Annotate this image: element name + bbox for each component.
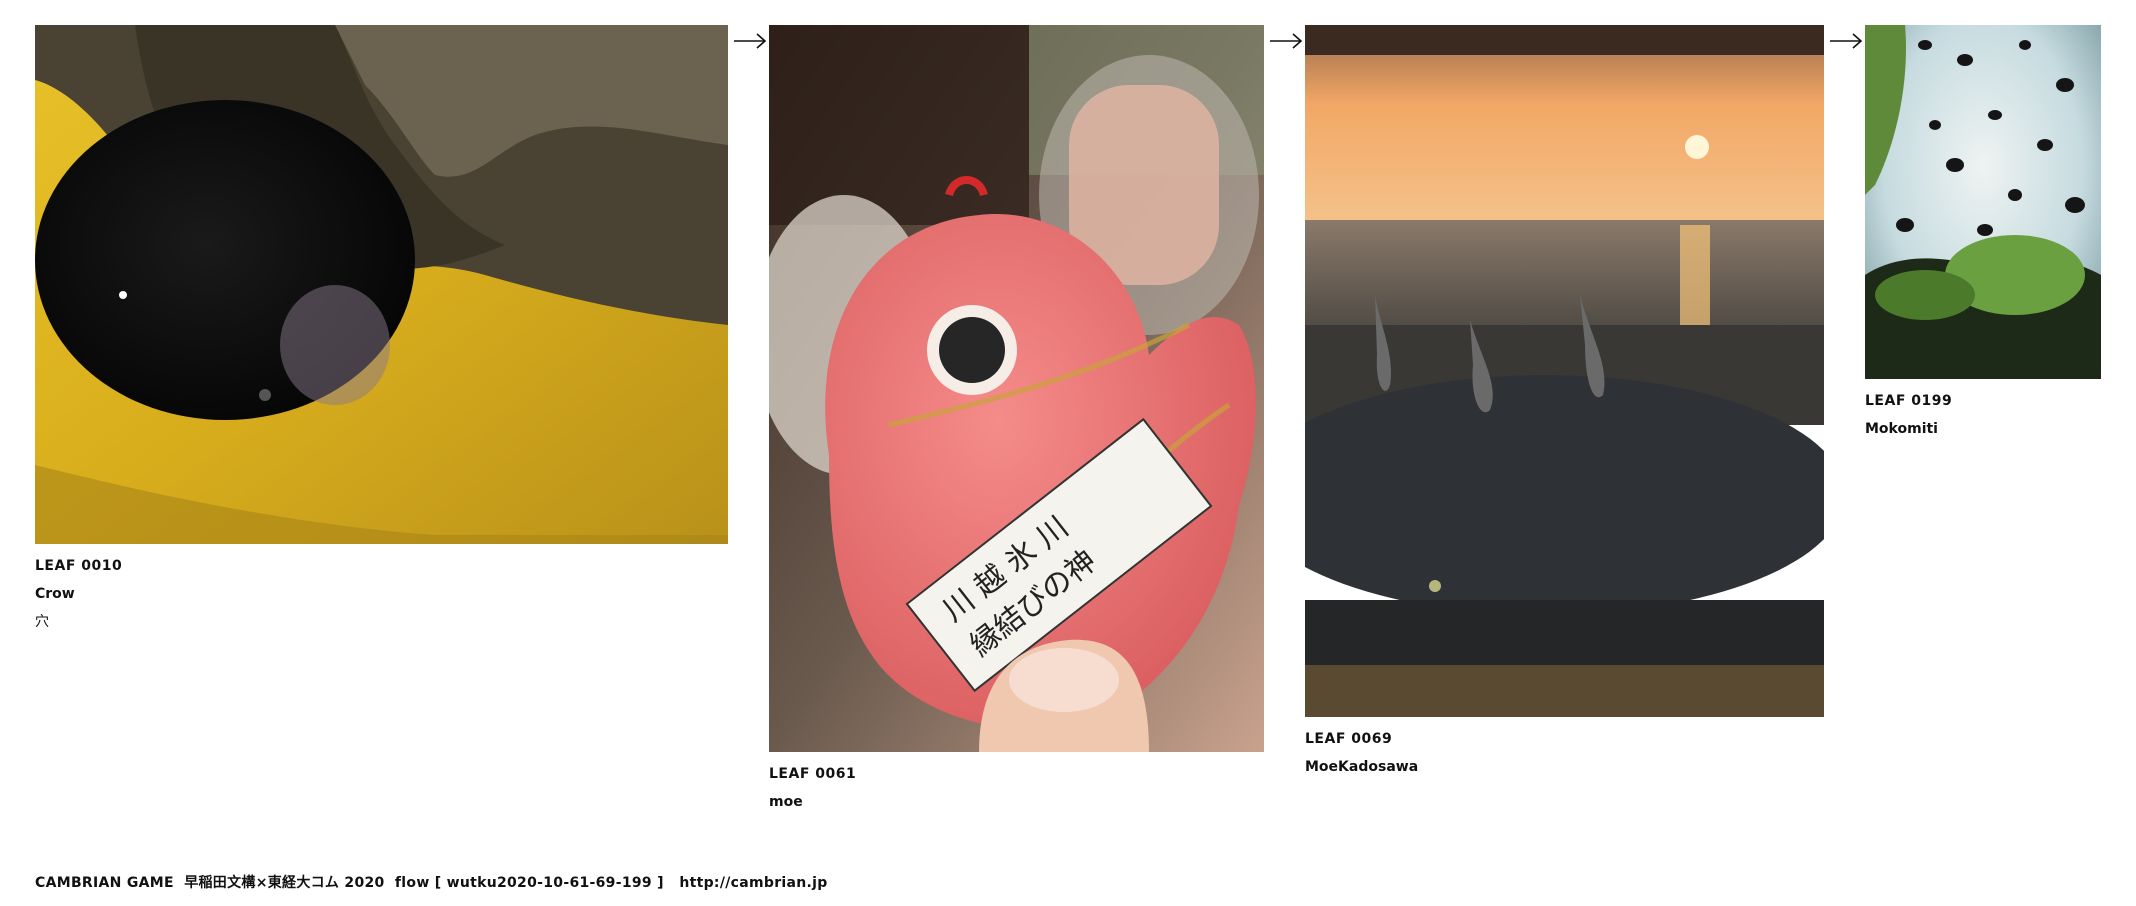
leaf-card: 川 越 氷 川 縁結びの神 LEAF 0061 moe [769,25,1264,816]
pink-fish-omamori-photo: 川 越 氷 川 縁結びの神 [769,25,1264,752]
footer-link[interactable]: http://cambrian.jp [679,875,827,891]
dolphin-sunset-photo [1305,25,1824,717]
arrow-right-icon [1270,33,1303,49]
leaf-author[interactable]: Crow [35,580,728,608]
leaf-photo[interactable] [1865,25,2101,379]
leaf-photo[interactable]: 川 越 氷 川 縁結びの神 [769,25,1264,752]
leaf-photo[interactable] [1305,25,1824,717]
leaf-card: LEAF 0199 Mokomiti [1865,25,2101,443]
leaf-id: LEAF 0010 [35,558,123,574]
leaf-author[interactable]: Mokomiti [1865,415,2101,443]
footer-text: CAMBRIAN GAME 早稲田文構×東経大コム 2020 flow [ wu… [35,875,680,891]
leaf-card: LEAF 0010 Crow 穴 [35,25,728,636]
leaf-card: LEAF 0069 MoeKadosawa [1305,25,1824,781]
tadpoles-sky-photo [1865,25,2101,379]
leaf-note: 穴 [35,614,49,630]
leaf-photo[interactable] [35,25,728,544]
leaf-id: LEAF 0061 [769,766,857,782]
leaf-id: LEAF 0199 [1865,393,1953,409]
arrow-right-icon [1830,33,1863,49]
arrow-right-icon [734,33,767,49]
leaf-id: LEAF 0069 [1305,731,1393,747]
leaf-author[interactable]: moe [769,788,1264,816]
yellow-hole-photo [35,25,728,544]
leaf-author[interactable]: MoeKadosawa [1305,753,1824,781]
site-footer: CAMBRIAN GAME 早稲田文構×東経大コム 2020 flow [ wu… [35,872,828,892]
